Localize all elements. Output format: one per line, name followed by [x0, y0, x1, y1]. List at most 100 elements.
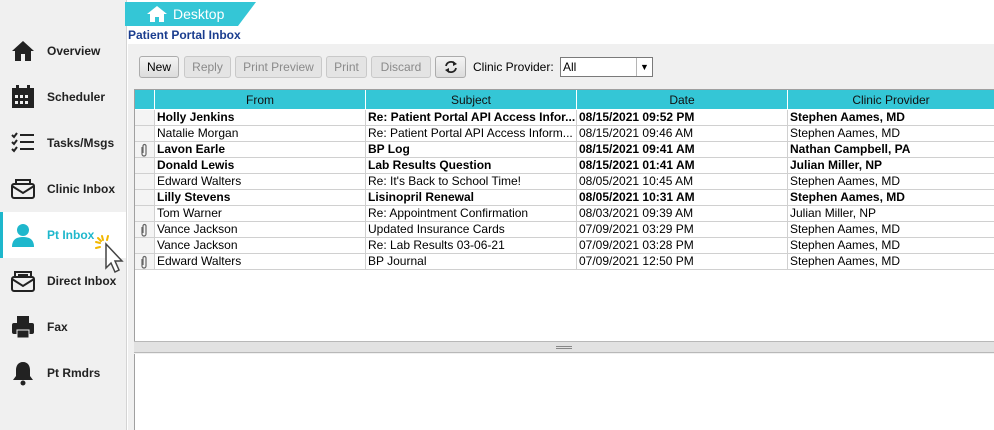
cell-from: Edward Walters: [155, 174, 366, 190]
paperclip-icon: [141, 255, 147, 269]
inbox-tray-icon: [11, 179, 35, 199]
pane-splitter[interactable]: [134, 341, 994, 353]
clinic-provider-label: Clinic Provider:: [473, 60, 554, 74]
paperclip-icon: [141, 143, 147, 157]
message-preview-pane: [134, 354, 994, 430]
cell-subject: Re: Appointment Confirmation: [366, 206, 577, 222]
attachment-cell: [135, 110, 155, 126]
cell-subject: Lab Results Question: [366, 158, 577, 174]
sidebar-item-label: Direct Inbox: [47, 274, 117, 288]
refresh-icon: [444, 61, 457, 73]
table-row[interactable]: Donald Lewis Lab Results Question 08/15/20…: [135, 158, 994, 174]
refresh-button[interactable]: [435, 56, 466, 78]
column-header-flag[interactable]: [135, 90, 155, 110]
attachment-cell: [135, 158, 155, 174]
cell-date: 07/09/2021 12:50 PM: [577, 254, 788, 270]
cell-date: 08/05/2021 10:31 AM: [577, 190, 788, 206]
cell-date: 07/09/2021 03:29 PM: [577, 222, 788, 238]
cell-clinic-provider: Stephen Aames, MD: [788, 222, 994, 238]
cell-clinic-provider: Stephen Aames, MD: [788, 254, 994, 270]
sidebar-item-label: Fax: [47, 320, 68, 334]
cell-from: Vance Jackson: [155, 222, 366, 238]
paperclip-icon: [141, 223, 147, 237]
cell-subject: Re: Patient Portal API Access Inform...: [366, 126, 577, 142]
message-table: From Subject Date Clinic Provider Holly …: [134, 89, 994, 341]
sidebar-item-label: Clinic Inbox: [47, 182, 116, 196]
home-icon: [12, 41, 34, 61]
sidebar-item-fax[interactable]: Fax: [0, 304, 126, 350]
sidebar: Overview Scheduler Tasks/Msgs Clinic Inb…: [0, 0, 127, 430]
table-row[interactable]: Vance Jackson Updated Insurance Cards 07/0…: [135, 222, 994, 238]
cell-date: 08/15/2021 09:46 AM: [577, 126, 788, 142]
table-row[interactable]: Edward Walters Re: It's Back to School Ti…: [135, 174, 994, 190]
cell-subject: BP Journal: [366, 254, 577, 270]
sidebar-item-label: Pt Inbox: [47, 228, 95, 242]
table-row[interactable]: Natalie Morgan Re: Patient Portal API Acc…: [135, 126, 994, 142]
table-row[interactable]: Tom Warner Re: Appointment Confirmation 08…: [135, 206, 994, 222]
chevron-down-icon: ▼: [636, 58, 652, 76]
fax-icon: [12, 316, 34, 339]
table-row[interactable]: Holly Jenkins Re: Patient Portal API Acce…: [135, 110, 994, 126]
print-preview-button[interactable]: Print Preview: [235, 56, 322, 78]
attachment-cell: [135, 142, 155, 158]
cell-subject: BP Log: [366, 142, 577, 158]
column-header-subject[interactable]: Subject: [366, 90, 577, 110]
attachment-cell: [135, 126, 155, 142]
cell-clinic-provider: Stephen Aames, MD: [788, 174, 994, 190]
cell-clinic-provider: Stephen Aames, MD: [788, 110, 994, 126]
mouse-cursor-icon: [95, 235, 124, 274]
cell-date: 08/15/2021 09:41 AM: [577, 142, 788, 158]
cell-clinic-provider: Julian Miller, NP: [788, 206, 994, 222]
cell-date: 08/03/2021 09:39 AM: [577, 206, 788, 222]
column-header-from[interactable]: From: [155, 90, 366, 110]
checklist-icon: [11, 132, 34, 153]
cell-from: Holly Jenkins: [155, 110, 366, 126]
sidebar-item-label: Scheduler: [47, 90, 106, 104]
page-title: Patient Portal Inbox: [128, 28, 241, 42]
sidebar-item-tasks-msgs[interactable]: Tasks/Msgs: [0, 120, 126, 166]
cell-subject: Re: Lab Results 03-06-21: [366, 238, 577, 254]
attachment-cell: [135, 238, 155, 254]
sidebar-item-label: Pt Rmdrs: [47, 366, 101, 380]
envelope-icon: [11, 271, 35, 292]
print-button[interactable]: Print: [326, 56, 367, 78]
cell-clinic-provider: Stephen Aames, MD: [788, 238, 994, 254]
cell-subject: Re: It's Back to School Time!: [366, 174, 577, 190]
sidebar-item-overview[interactable]: Overview: [0, 28, 126, 74]
tab-desktop[interactable]: Desktop: [125, 2, 256, 26]
cell-clinic-provider: Nathan Campbell, PA: [788, 142, 994, 158]
column-header-date[interactable]: Date: [577, 90, 788, 110]
cell-from: Donald Lewis: [155, 158, 366, 174]
clinic-provider-select[interactable]: All ▼: [560, 57, 653, 77]
cell-from: Tom Warner: [155, 206, 366, 222]
tab-label: Desktop: [173, 6, 225, 22]
attachment-cell: [135, 190, 155, 206]
splitter-grip[interactable]: [556, 346, 572, 349]
table-row[interactable]: Lavon Earle BP Log 08/15/2021 09:41 AM Nath…: [135, 142, 994, 158]
cell-from: Lavon Earle: [155, 142, 366, 158]
reply-button[interactable]: Reply: [184, 56, 231, 78]
new-button[interactable]: New: [139, 56, 179, 78]
cell-date: 08/05/2021 10:45 AM: [577, 174, 788, 190]
cell-date: 08/15/2021 09:52 PM: [577, 110, 788, 126]
cell-clinic-provider: Stephen Aames, MD: [788, 126, 994, 142]
table-row[interactable]: Vance Jackson Re: Lab Results 03-06-21 07/…: [135, 238, 994, 254]
cell-clinic-provider: Julian Miller, NP: [788, 158, 994, 174]
sidebar-item-pt-rmdrs[interactable]: Pt Rmdrs: [0, 350, 126, 396]
sidebar-item-scheduler[interactable]: Scheduler: [0, 74, 126, 120]
attachment-cell: [135, 206, 155, 222]
person-icon: [12, 224, 34, 247]
discard-button[interactable]: Discard: [371, 56, 431, 78]
cell-date: 07/09/2021 03:28 PM: [577, 238, 788, 254]
table-row[interactable]: Lilly Stevens Lisinopril Renewal 08/05/202…: [135, 190, 994, 206]
column-header-clinic-provider[interactable]: Clinic Provider: [788, 90, 994, 110]
bell-icon: [13, 362, 33, 386]
sidebar-item-clinic-inbox[interactable]: Clinic Inbox: [0, 166, 126, 212]
table-row[interactable]: Edward Walters BP Journal 07/09/2021 12:50…: [135, 254, 994, 270]
home-icon: [147, 6, 167, 22]
attachment-cell: [135, 254, 155, 270]
clinic-provider-value: All: [563, 60, 577, 74]
sidebar-item-label: Tasks/Msgs: [47, 136, 115, 150]
cell-subject: Updated Insurance Cards: [366, 222, 577, 238]
attachment-cell: [135, 174, 155, 190]
